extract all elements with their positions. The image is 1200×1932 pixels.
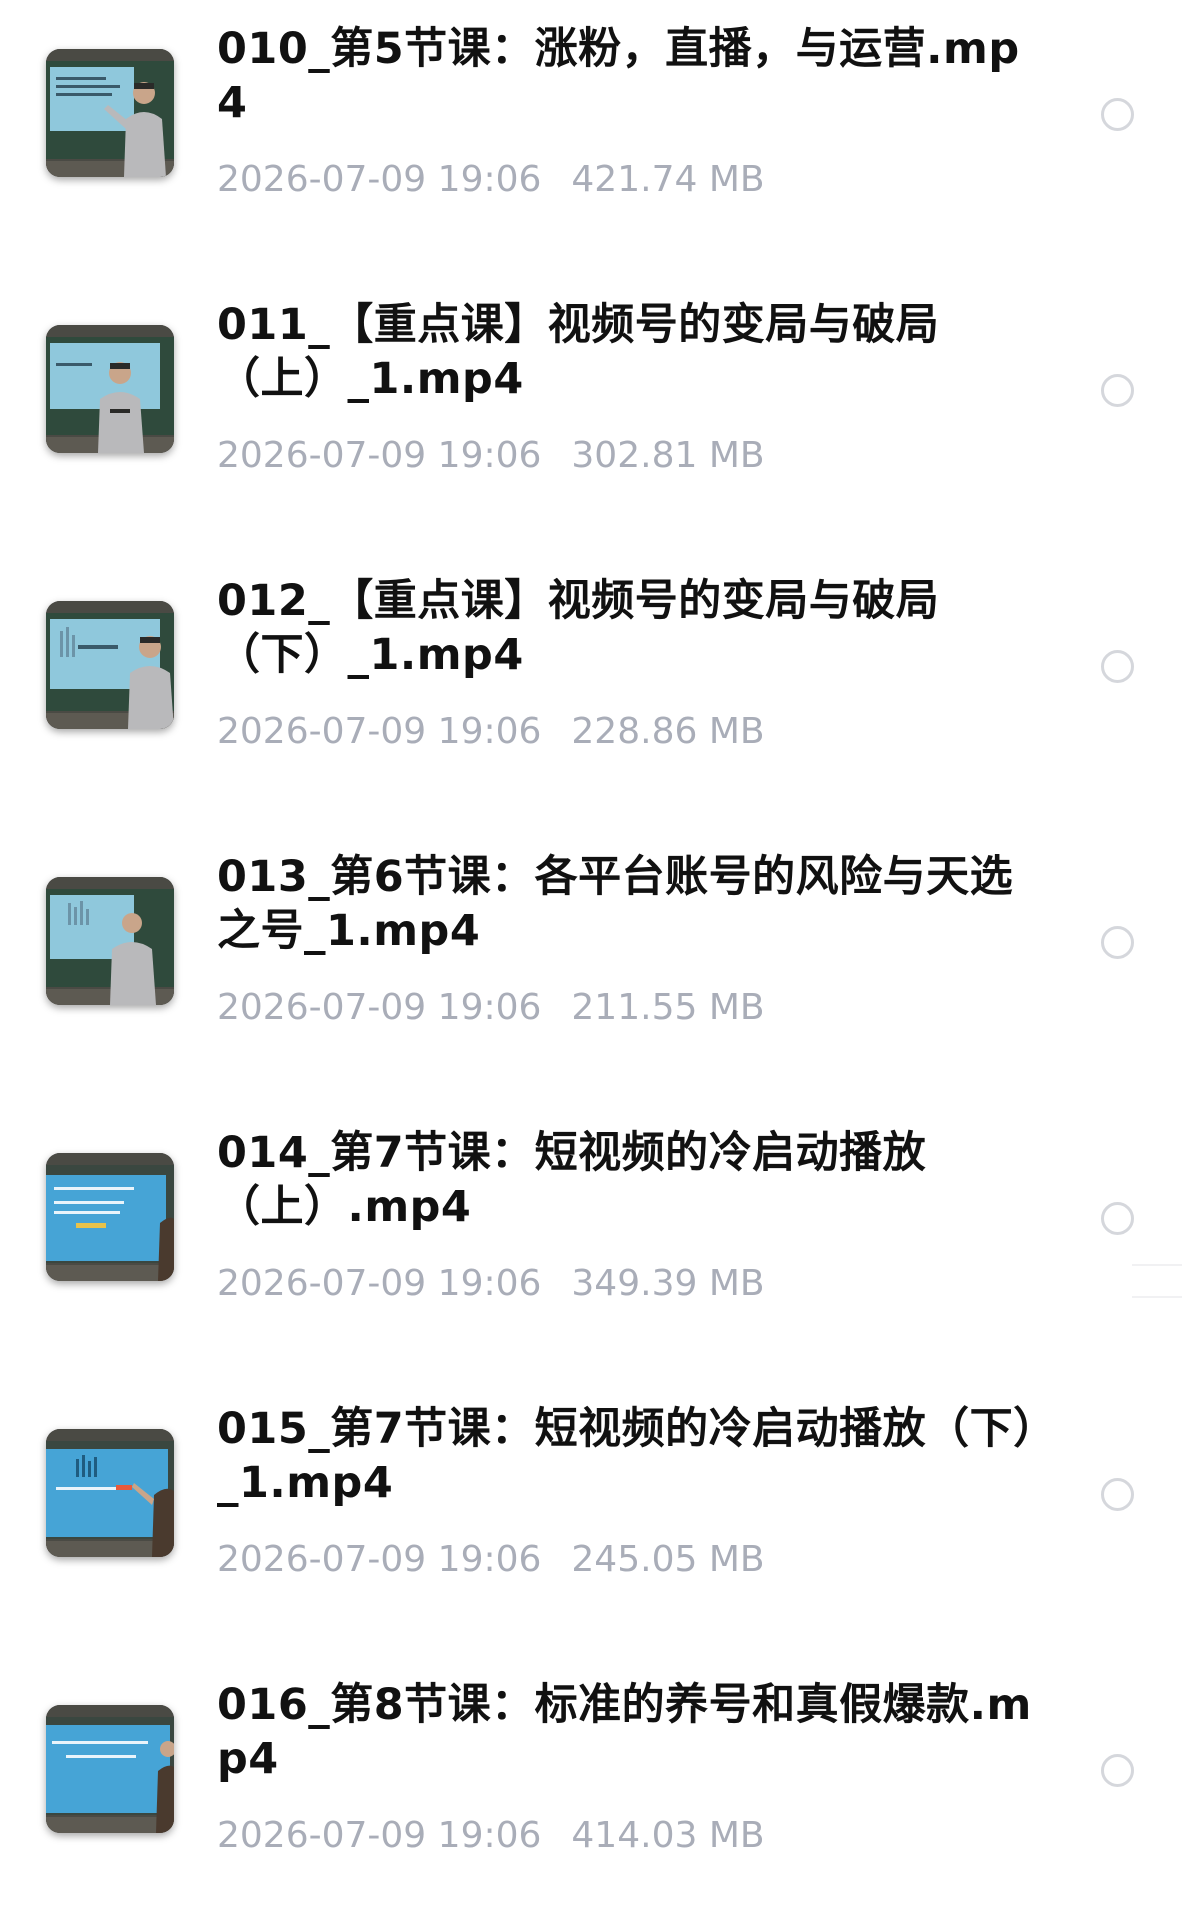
select-radio[interactable] [1101, 98, 1134, 131]
file-name: 013_第6节课：各平台账号的风险与天选之号_1.mp4 [217, 852, 1014, 956]
file-date: 2026-07-09 19:06 [217, 159, 542, 200]
file-date: 2026-07-09 19:06 [217, 1263, 542, 1304]
file-meta: 2026-07-09 19:06 245.05 MB [217, 1538, 765, 1582]
lecture-video-icon [46, 325, 174, 453]
file-list-item[interactable]: 015_第7节课：短视频的冷启动播放（下）_1.mp4 2026-07-09 1… [0, 1380, 1200, 1656]
lecture-video-icon [46, 1705, 174, 1833]
select-radio[interactable] [1101, 1478, 1134, 1511]
file-meta: 2026-07-09 19:06 349.39 MB [217, 1262, 765, 1306]
file-date: 2026-07-09 19:06 [217, 987, 542, 1028]
file-meta: 2026-07-09 19:06 228.86 MB [217, 710, 765, 754]
file-list-item[interactable]: 012_【重点课】视频号的变局与破局（下）_1.mp4 2026-07-09 1… [0, 552, 1200, 828]
file-size: 228.86 MB [571, 711, 765, 752]
file-list-item[interactable]: 016_第8节课：标准的养号和真假爆款.mp4 2026-07-09 19:06… [0, 1656, 1200, 1932]
file-meta: 2026-07-09 19:06 414.03 MB [217, 1814, 765, 1858]
file-list: 010_第5节课：涨粉，直播，与运营.mp4 2026-07-09 19:06 4… [0, 0, 1200, 1914]
file-date: 2026-07-09 19:06 [217, 711, 542, 752]
file-size: 211.55 MB [571, 987, 765, 1028]
file-size: 302.81 MB [571, 435, 765, 476]
file-size: 349.39 MB [571, 1263, 765, 1304]
video-thumbnail [46, 877, 174, 1005]
select-radio[interactable] [1101, 1202, 1134, 1235]
file-date: 2026-07-09 19:06 [217, 1815, 542, 1856]
select-radio[interactable] [1101, 650, 1134, 683]
file-size: 421.74 MB [571, 159, 765, 200]
file-list-item[interactable]: 010_第5节课：涨粉，直播，与运营.mp4 2026-07-09 19:06 4… [0, 0, 1200, 276]
file-meta: 2026-07-09 19:06 421.74 MB [217, 158, 765, 202]
file-name: 016_第8节课：标准的养号和真假爆款.mp4 [217, 1680, 1032, 1784]
video-thumbnail [46, 1429, 174, 1557]
scrollbar-handle[interactable] [1132, 1264, 1182, 1298]
video-thumbnail [46, 49, 174, 177]
video-thumbnail [46, 601, 174, 729]
file-date: 2026-07-09 19:06 [217, 435, 542, 476]
video-thumbnail [46, 325, 174, 453]
file-size: 414.03 MB [571, 1815, 765, 1856]
lecture-video-icon [46, 601, 174, 729]
file-name: 011_【重点课】视频号的变局与破局（上）_1.mp4 [217, 300, 940, 404]
file-meta: 2026-07-09 19:06 302.81 MB [217, 434, 765, 478]
lecture-video-icon [46, 1153, 174, 1281]
lecture-video-icon [46, 49, 174, 177]
select-radio[interactable] [1101, 1754, 1134, 1787]
video-thumbnail [46, 1153, 174, 1281]
file-name: 015_第7节课：短视频的冷启动播放（下）_1.mp4 [217, 1404, 1036, 1508]
file-date: 2026-07-09 19:06 [217, 1539, 542, 1580]
file-name: 010_第5节课：涨粉，直播，与运营.mp4 [217, 24, 1020, 128]
file-list-item[interactable]: 013_第6节课：各平台账号的风险与天选之号_1.mp4 2026-07-09 … [0, 828, 1200, 1104]
file-meta: 2026-07-09 19:06 211.55 MB [217, 986, 765, 1030]
file-name: 012_【重点课】视频号的变局与破局（下）_1.mp4 [217, 576, 940, 680]
select-radio[interactable] [1101, 926, 1134, 959]
file-list-item[interactable]: 011_【重点课】视频号的变局与破局（上）_1.mp4 2026-07-09 1… [0, 276, 1200, 552]
file-size: 245.05 MB [571, 1539, 765, 1580]
select-radio[interactable] [1101, 374, 1134, 407]
lecture-video-icon [46, 1429, 174, 1557]
video-thumbnail [46, 1705, 174, 1833]
file-name: 014_第7节课：短视频的冷启动播放（上）.mp4 [217, 1128, 927, 1232]
file-list-item[interactable]: 014_第7节课：短视频的冷启动播放（上）.mp4 2026-07-09 19:… [0, 1104, 1200, 1380]
lecture-video-icon [46, 877, 174, 1005]
